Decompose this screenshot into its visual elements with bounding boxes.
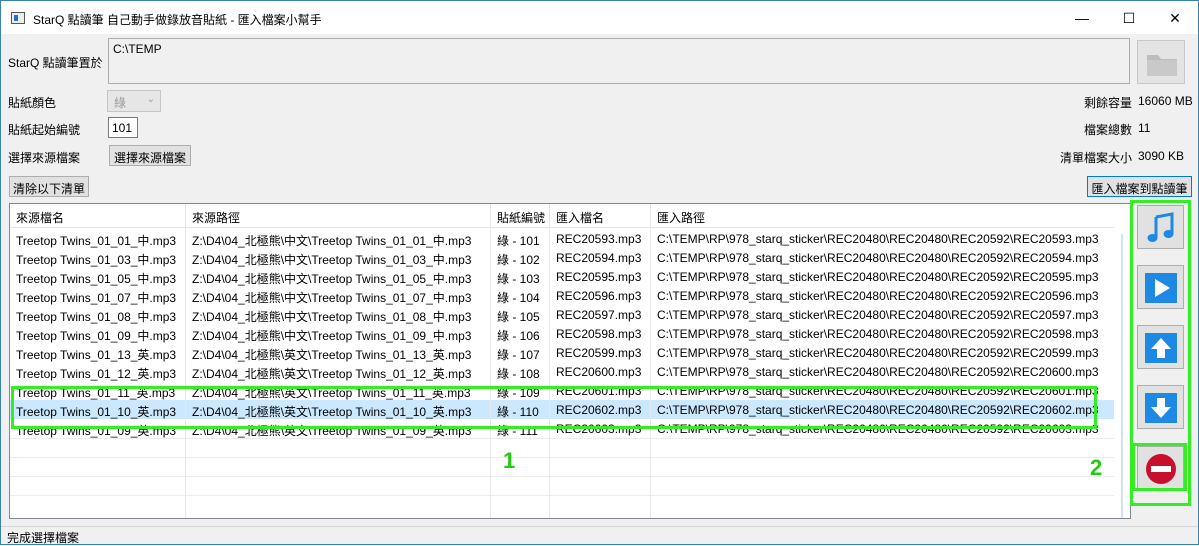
import-to-pen-button[interactable]: 匯入檔案到點讀筆 xyxy=(1087,176,1192,197)
table-row[interactable]: Treetop Twins_01_03_中.mp3 Z:\D4\04_北極熊\中文… xyxy=(10,248,1114,267)
pen-location-field[interactable]: C:\TEMP xyxy=(108,38,1130,84)
table-cell: 綠 - 104 xyxy=(497,291,540,305)
table-cell: C:\TEMP\RP\978_starq_sticker\REC20480\RE… xyxy=(657,270,1099,284)
maximize-button[interactable]: ☐ xyxy=(1106,2,1152,34)
source-label: 選擇來源檔案 xyxy=(8,151,81,165)
column-divider xyxy=(549,228,550,518)
table-cell: C:\TEMP\RP\978_starq_sticker\REC20480\RE… xyxy=(657,308,1099,322)
window-title: StarQ 點讀筆 自己動手做錄放音貼紙 - 匯入檔案小幫手 xyxy=(33,13,322,27)
table-cell: Treetop Twins_01_08_中.mp3 xyxy=(16,310,177,324)
table-cell: Treetop Twins_01_13_英.mp3 xyxy=(16,348,177,362)
total-files-label: 檔案總數 xyxy=(1084,123,1133,137)
table-cell: Z:\D4\04_北極熊\中文\Treetop Twins_01_08_中.mp… xyxy=(192,310,472,324)
start-number-input[interactable]: 101 xyxy=(108,117,138,138)
table-cell: 綠 - 106 xyxy=(497,329,540,343)
title-bar: StarQ 點讀筆 自己動手做錄放音貼紙 - 匯入檔案小幫手 — ☐ ✕ xyxy=(1,1,1198,34)
table-cell: REC20599.mp3 xyxy=(556,346,642,360)
table-cell: C:\TEMP\RP\978_starq_sticker\REC20480\RE… xyxy=(657,365,1099,379)
table-cell: 綠 - 105 xyxy=(497,310,540,324)
table-row[interactable]: Treetop Twins_01_01_中.mp3 Z:\D4\04_北極熊\中文… xyxy=(10,229,1114,248)
table-cell: REC20597.mp3 xyxy=(556,308,642,322)
table-cell: Treetop Twins_01_12_英.mp3 xyxy=(16,367,177,381)
sticker-color-value: 綠 xyxy=(114,96,127,110)
grid-line xyxy=(10,476,1114,477)
chevron-down-icon: ⌄ xyxy=(146,94,155,105)
column-header-import-path[interactable]: 匯入路徑 xyxy=(651,204,1114,228)
annotation-label-2: 2 xyxy=(1090,455,1103,480)
table-cell: 綠 - 108 xyxy=(497,367,540,381)
column-header-sticker-number[interactable]: 貼紙編號 xyxy=(491,204,550,228)
table-cell: Treetop Twins_01_07_中.mp3 xyxy=(16,291,177,305)
table-cell: Z:\D4\04_北極熊\英文\Treetop Twins_01_13_英.mp… xyxy=(192,348,472,362)
choose-source-button[interactable]: 選擇來源檔案 xyxy=(109,145,191,166)
folder-icon xyxy=(1147,55,1177,76)
column-divider xyxy=(490,228,491,518)
table-row[interactable]: Treetop Twins_01_07_中.mp3 Z:\D4\04_北極熊\中文… xyxy=(10,286,1114,305)
table-cell: Z:\D4\04_北極熊\中文\Treetop Twins_01_03_中.mp… xyxy=(192,253,472,267)
table-cell: C:\TEMP\RP\978_starq_sticker\REC20480\RE… xyxy=(657,327,1099,341)
table-cell: Treetop Twins_01_09_中.mp3 xyxy=(16,329,177,343)
table-cell: Treetop Twins_01_03_中.mp3 xyxy=(16,253,177,267)
table-cell: Z:\D4\04_北極熊\英文\Treetop Twins_01_12_英.mp… xyxy=(192,367,472,381)
table-cell: C:\TEMP\RP\978_starq_sticker\REC20480\RE… xyxy=(657,232,1099,246)
file-list-grid[interactable]: 來源檔名 來源路徑 貼紙編號 匯入檔名 匯入路徑 Treetop Twins_0… xyxy=(9,203,1131,519)
grid-line xyxy=(10,438,1114,439)
table-cell: 綠 - 101 xyxy=(497,234,540,248)
table-cell: REC20598.mp3 xyxy=(556,327,642,341)
table-row[interactable]: Treetop Twins_01_13_英.mp3 Z:\D4\04_北極熊\英文… xyxy=(10,343,1114,362)
table-cell: Z:\D4\04_北極熊\中文\Treetop Twins_01_09_中.mp… xyxy=(192,329,472,343)
scrollbar-track xyxy=(1121,234,1123,518)
remaining-value: 16060 MB xyxy=(1138,94,1193,108)
table-cell: REC20595.mp3 xyxy=(556,270,642,284)
remaining-label: 剩餘容量 xyxy=(1084,96,1133,110)
pen-location-label: StarQ 點讀筆置於 xyxy=(8,56,103,70)
table-cell: REC20594.mp3 xyxy=(556,251,642,265)
table-cell: Z:\D4\04_北極熊\中文\Treetop Twins_01_07_中.mp… xyxy=(192,291,472,305)
vertical-scrollbar[interactable] xyxy=(1114,204,1130,518)
table-cell: 綠 - 102 xyxy=(497,253,540,267)
total-files-value: 11 xyxy=(1138,121,1151,135)
start-number-label: 貼紙起始編號 xyxy=(8,123,81,137)
table-cell: Treetop Twins_01_01_中.mp3 xyxy=(16,234,177,248)
table-cell: C:\TEMP\RP\978_starq_sticker\REC20480\RE… xyxy=(657,346,1099,360)
column-divider xyxy=(650,228,651,518)
list-size-value: 3090 KB xyxy=(1138,149,1185,163)
table-cell: REC20600.mp3 xyxy=(556,365,642,379)
table-cell: Treetop Twins_01_05_中.mp3 xyxy=(16,272,177,286)
minimize-button[interactable]: — xyxy=(1059,2,1105,34)
table-cell: 綠 - 107 xyxy=(497,348,540,362)
grid-line xyxy=(10,457,1114,458)
table-row[interactable]: Treetop Twins_01_08_中.mp3 Z:\D4\04_北極熊\中文… xyxy=(10,305,1114,324)
table-row[interactable]: Treetop Twins_01_09_中.mp3 Z:\D4\04_北極熊\中文… xyxy=(10,324,1114,343)
table-cell: 綠 - 103 xyxy=(497,272,540,286)
grid-line xyxy=(10,495,1114,496)
table-cell: REC20593.mp3 xyxy=(556,232,642,246)
grid-header: 來源檔名 來源路徑 貼紙編號 匯入檔名 匯入路徑 xyxy=(10,204,1130,228)
table-cell: Z:\D4\04_北極熊\中文\Treetop Twins_01_05_中.mp… xyxy=(192,272,472,286)
sticker-color-select[interactable]: 綠 ⌄ xyxy=(107,90,161,112)
table-cell: REC20596.mp3 xyxy=(556,289,642,303)
status-text: 完成選擇檔案 xyxy=(7,531,80,545)
table-cell: C:\TEMP\RP\978_starq_sticker\REC20480\RE… xyxy=(657,289,1099,303)
browse-folder-button[interactable] xyxy=(1137,40,1185,84)
app-icon xyxy=(11,12,25,24)
close-button[interactable]: ✕ xyxy=(1152,2,1198,34)
highlight-box-rows xyxy=(11,386,1097,429)
table-cell: C:\TEMP\RP\978_starq_sticker\REC20480\RE… xyxy=(657,251,1099,265)
table-row[interactable]: Treetop Twins_01_05_中.mp3 Z:\D4\04_北極熊\中文… xyxy=(10,267,1114,286)
column-header-import-name[interactable]: 匯入檔名 xyxy=(550,204,651,228)
status-bar: 完成選擇檔案 xyxy=(1,526,1198,545)
highlight-box-remove xyxy=(1132,443,1187,491)
column-header-source-path[interactable]: 來源路徑 xyxy=(186,204,491,228)
table-row[interactable]: Treetop Twins_01_12_英.mp3 Z:\D4\04_北極熊\英文… xyxy=(10,362,1114,381)
clear-list-button[interactable]: 清除以下清單 xyxy=(9,176,89,197)
table-cell: Z:\D4\04_北極熊\中文\Treetop Twins_01_01_中.mp… xyxy=(192,234,472,248)
sticker-color-label: 貼紙顏色 xyxy=(8,96,57,110)
column-header-source-name[interactable]: 來源檔名 xyxy=(10,204,186,228)
annotation-label-1: 1 xyxy=(503,448,516,473)
list-size-label: 清單檔案大小 xyxy=(1060,151,1133,165)
column-divider xyxy=(185,228,186,518)
